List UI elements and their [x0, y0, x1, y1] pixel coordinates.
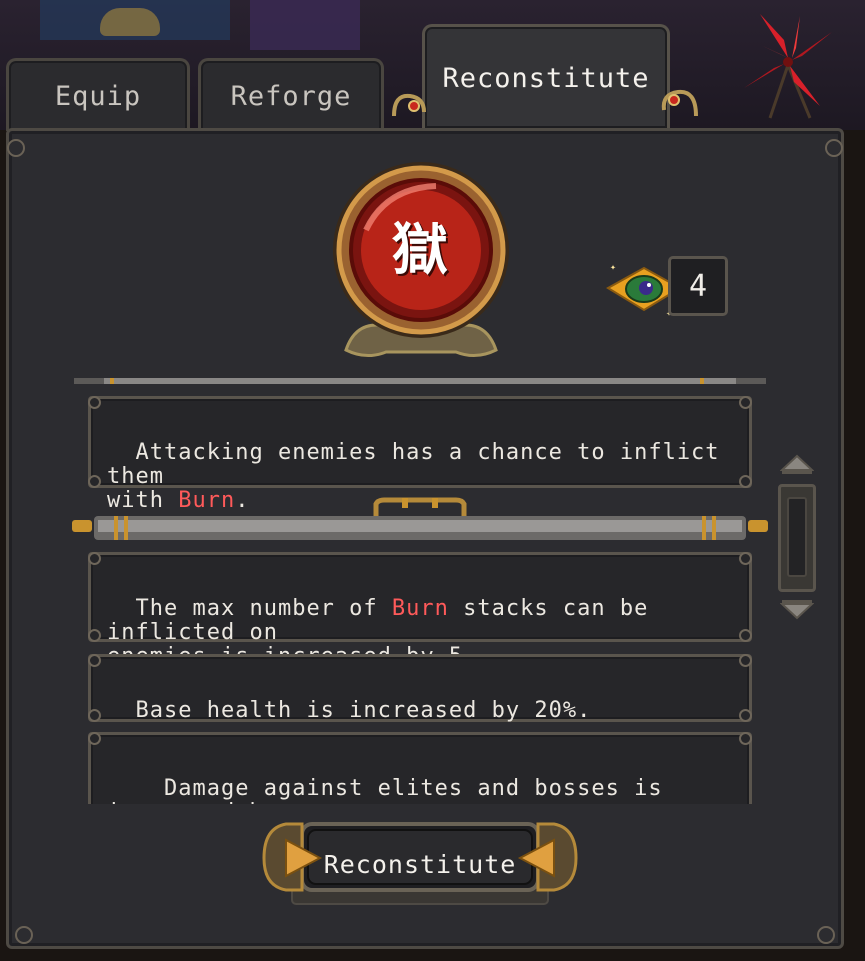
- tab-equip[interactable]: Equip: [6, 58, 190, 131]
- window-pane: [250, 0, 360, 50]
- tab-equip-label: Equip: [54, 80, 142, 112]
- divider-rod: [74, 378, 766, 384]
- tab-ornament-icon: [392, 93, 426, 117]
- panel-corner: [7, 139, 25, 157]
- tab-reconstitute-label: Reconstitute: [442, 63, 650, 94]
- scroll-up-arrow-icon[interactable]: [780, 454, 814, 476]
- panel-corner: [825, 139, 843, 157]
- panel-corner: [817, 926, 835, 944]
- burn-keyword: Burn: [391, 596, 449, 621]
- tab-ornament-icon: [661, 89, 698, 117]
- effect-text: Base health is increased by 20%.: [135, 698, 592, 723]
- pinwheel-icon: [744, 14, 832, 119]
- lamp-decoration: [100, 8, 160, 36]
- effect-card: Damage against elites and bosses is incr…: [88, 732, 752, 804]
- effect-card: Attacking enemies has a chance to inflic…: [88, 396, 752, 513]
- tab-reforge[interactable]: Reforge: [198, 58, 384, 131]
- tab-reconstitute[interactable]: Reconstitute: [422, 24, 670, 128]
- effect-card: The max number of Burn stacks can be inf…: [88, 552, 752, 669]
- scroll-down-arrow-icon[interactable]: [780, 598, 814, 620]
- scrollbar-thumb[interactable]: [787, 497, 807, 577]
- reconstitute-button[interactable]: Reconstitute: [318, 842, 522, 886]
- svg-text:✦: ✦: [610, 262, 616, 273]
- effect-text: The max number of: [135, 596, 392, 621]
- eye-count: 4: [668, 256, 728, 316]
- effects-scroll-viewport: Damage against elites and bosses is incr…: [80, 730, 760, 804]
- tab-reforge-label: Reforge: [230, 80, 352, 112]
- panel-corner: [15, 926, 33, 944]
- divider-rod: [72, 497, 768, 540]
- effect-card: Base health is increased by 20%.: [88, 654, 752, 723]
- effect-text: Damage against elites and bosses is incr…: [107, 776, 663, 805]
- scrollbar-track[interactable]: [778, 484, 816, 592]
- relic-glyph: 獄: [392, 217, 448, 283]
